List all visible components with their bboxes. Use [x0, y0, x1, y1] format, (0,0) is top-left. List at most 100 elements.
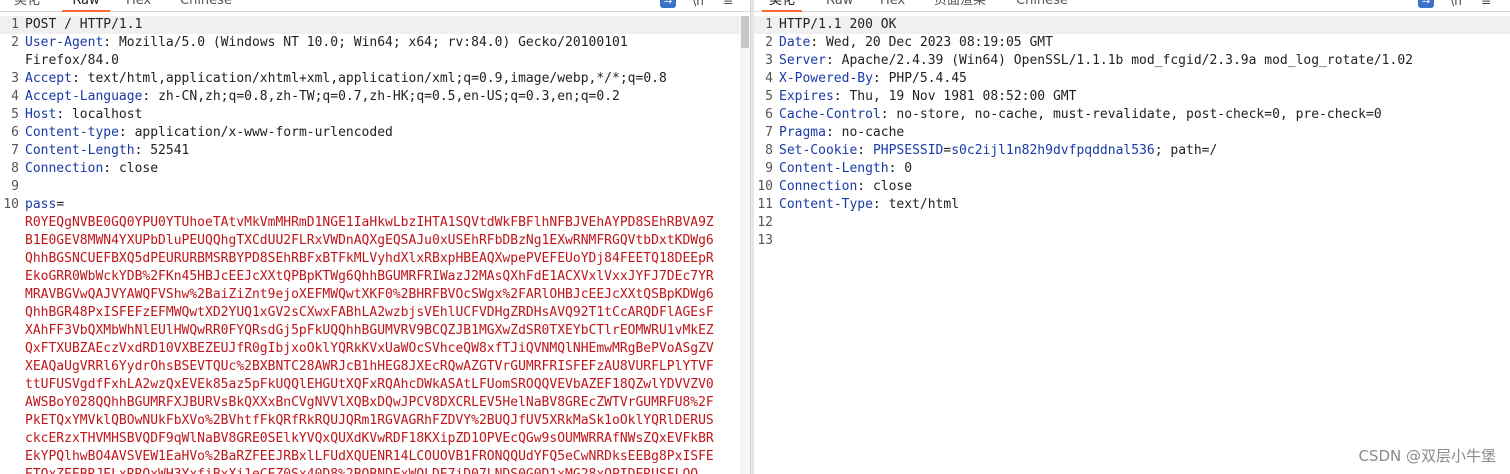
line-text: Set-Cookie: PHPSESSID=s0c2ijl1n82h9dvfpq… — [779, 142, 1217, 160]
request-pane: 美化 Raw Hex Chinese ⇆ \n ≡ 1 POST / HTTP/1… — [0, 0, 750, 474]
header-value: zh-CN,zh;q=0.8,zh-TW;q=0.7,zh-HK;q=0.5,e… — [158, 89, 620, 104]
body-value: ckcERzxTHVMHSBVQDF9qWlNaBV8GRE0SElkYVQxQ… — [25, 431, 714, 446]
line-text: XAhFF3VbQXMbWhNlEUlHWQwRR0FYQRsdGj5pFkUQ… — [25, 322, 714, 340]
code-line: R0YEQgNVBE0GQ0YPU0YTUhoeTAtvMkVmMHRmD1NG… — [0, 214, 750, 232]
line-text: ckcERzxTHVMHSBVQDF9qWlNaBV8GRE0SElkYVQxQ… — [25, 430, 714, 448]
code-line: Firefox/84.0 — [0, 52, 750, 70]
code-line: 11 Content-Type: text/html — [754, 196, 1510, 214]
line-number: 2 — [11, 35, 19, 50]
line-number: 4 — [11, 89, 19, 104]
header-value: text/html — [888, 197, 960, 212]
tab-hex[interactable]: Hex — [880, 0, 905, 10]
request-editor[interactable]: 1 POST / HTTP/1.1 2 User-Agent: Mozilla/5.0… — [0, 16, 750, 474]
line-number: 3 — [11, 71, 19, 86]
body-value: EkoGRR0WbWckYDB%2FKn45HBJcEEJcXXtQPBpKTW… — [25, 269, 714, 284]
tab-chinese[interactable]: Chinese — [1016, 0, 1068, 10]
line-number: 5 — [765, 89, 773, 104]
tab-pretty[interactable]: 美化 — [762, 0, 802, 12]
line-text: R0YEQgNVBE0GQ0YPU0YTUhoeTAtvMkVmMHRmD1NG… — [25, 214, 714, 232]
header-name: Accept-Language — [25, 89, 143, 104]
header-separator: : — [71, 71, 88, 86]
tab-raw[interactable]: Raw — [62, 0, 110, 12]
header-separator: : — [833, 89, 850, 104]
body-value: R0YEQgNVBE0GQ0YPU0YTUhoeTAtvMkVmMHRmD1NG… — [25, 215, 714, 230]
header-value: application/x-www-form-urlencoded — [134, 125, 393, 140]
line-text: User-Agent: Mozilla/5.0 (Windows NT 10.0… — [25, 34, 628, 52]
line-text: Accept: text/html,application/xhtml+xml,… — [25, 70, 667, 88]
header-name: X-Powered-By — [779, 71, 873, 86]
menu-icon[interactable]: ≡ — [1478, 0, 1494, 8]
line-text: Accept-Language: zh-CN,zh;q=0.8,zh-TW;q=… — [25, 88, 620, 106]
line-number: 9 — [765, 161, 773, 176]
line-text: Cache-Control: no-store, no-cache, must-… — [779, 106, 1382, 124]
line-number: 4 — [765, 71, 773, 86]
header-value: POST / HTTP/1.1 — [25, 17, 143, 32]
header-name: Content-Length — [779, 161, 889, 176]
newline-icon[interactable]: \n — [690, 0, 706, 8]
menu-icon[interactable]: ≡ — [720, 0, 736, 8]
header-name: Set-Cookie — [779, 143, 858, 158]
code-line: XEAQaUgVRRl6YydrOhsBSEVTQUc%2BXBNTC28AWR… — [0, 358, 750, 376]
code-line: 4 Accept-Language: zh-CN,zh;q=0.8,zh-TW;q… — [0, 88, 750, 106]
code-line: ttUFUSVgdfFxhLA2wzQxEVEk85az5pFkUQQlEHGU… — [0, 376, 750, 394]
code-line: QxFTXUBZAEczVxdRD10VXBEZEUJfR0gIbjxoOklY… — [0, 340, 750, 358]
request-scrollbar-thumb[interactable] — [741, 16, 749, 48]
line-number: 1 — [765, 17, 773, 32]
code-line: 9 Content-Length: 0 — [754, 160, 1510, 178]
body-value: QhhBGSNCUEFBXQ5dPEURURBMSRBYPD8SEhRBFxBT… — [25, 251, 714, 266]
line-number: 11 — [757, 197, 773, 212]
header-separator: : — [103, 35, 119, 50]
code-line: 9 — [0, 178, 750, 196]
request-scrollbar[interactable] — [740, 16, 750, 474]
line-number: 8 — [765, 143, 773, 158]
tab-pretty[interactable]: 美化 — [14, 0, 40, 10]
body-value: ttUFUSVgdfFxhLA2wzQxEVEk85az5pFkUQQlEHGU… — [25, 377, 714, 392]
line-number: 6 — [765, 107, 773, 122]
wrap-icon[interactable]: ⇆ — [660, 0, 676, 8]
code-line: ETQxZEEBRJELxRRQxWH3YxfiBxXi1eCEZ0Sx40D8… — [0, 466, 750, 474]
header-value: Wed, 20 Dec 2023 08:19:05 GMT — [825, 35, 1053, 50]
newline-icon[interactable]: \n — [1448, 0, 1464, 8]
response-editor[interactable]: 1 HTTP/1.1 200 OK 2 Date: Wed, 20 Dec 2023 … — [754, 16, 1510, 474]
header-separator: : — [825, 125, 842, 140]
line-text: PkETQxYMVklQBOwNUkFbXVo%2BVhtfFkQRfRkRQU… — [25, 412, 714, 430]
tab-hex[interactable]: Hex — [126, 0, 151, 10]
body-value: QxFTXUBZAEczVxdRD10VXBEZEUJfR0gIbjxoOklY… — [25, 341, 714, 356]
line-text: Connection: close — [779, 178, 912, 196]
line-number: 10 — [3, 197, 19, 212]
tab-render[interactable]: 页面渲染 — [934, 0, 986, 10]
code-line: 8 Connection: close — [0, 160, 750, 178]
header-value: Apache/2.4.39 (Win64) OpenSSL/1.1.1b mod… — [841, 53, 1413, 68]
tab-raw[interactable]: Raw — [826, 0, 853, 10]
code-line: 5 Host: localhost — [0, 106, 750, 124]
code-line: 2 User-Agent: Mozilla/5.0 (Windows NT 10.… — [0, 34, 750, 52]
line-text: Content-type: application/x-www-form-url… — [25, 124, 393, 142]
line-number: 9 — [11, 179, 19, 194]
line-number: 2 — [765, 35, 773, 50]
watermark: CSDN @双层小牛堡 — [1358, 447, 1496, 465]
wrap-icon[interactable]: ⇆ — [1418, 0, 1434, 8]
tab-chinese[interactable]: Chinese — [180, 0, 232, 10]
line-text: B1E0GEV8MWN4YXUPbDluPEUQQhgTXCdUU2FLRxVW… — [25, 232, 714, 250]
header-value: no-store, no-cache, must-revalidate, pos… — [896, 107, 1382, 122]
line-number: 3 — [765, 53, 773, 68]
header-separator: : — [134, 143, 151, 158]
line-text: QhhBGSNCUEFBXQ5dPEURURBMSRBYPD8SEhRBFxBT… — [25, 250, 714, 268]
header-value: Firefox/84.0 — [25, 53, 119, 68]
line-text: QhhBGR48PxISFEFzEFMWQwtXD2YUQ1xGV2sCXwxF… — [25, 304, 714, 322]
code-line: 2 Date: Wed, 20 Dec 2023 08:19:05 GMT — [754, 34, 1510, 52]
line-text: HTTP/1.1 200 OK — [779, 16, 896, 34]
code-line: EkoGRR0WbWckYDB%2FKn45HBJcEEJcXXtQPBpKTW… — [0, 268, 750, 286]
header-separator: : — [857, 179, 873, 194]
header-name: Cache-Control — [779, 107, 881, 122]
body-value: XAhFF3VbQXMbWhNlEUlHWQwRR0FYQRsdGj5pFkUQ… — [25, 323, 714, 338]
line-text: ttUFUSVgdfFxhLA2wzQxEVEk85az5pFkUQQlEHGU… — [25, 376, 714, 394]
line-text: EkoGRR0WbWckYDB%2FKn45HBJcEEJcXXtQPBpKTW… — [25, 268, 714, 286]
header-value: HTTP/1.1 200 OK — [779, 17, 897, 32]
request-tabbar: 美化 Raw Hex Chinese ⇆ \n ≡ — [0, 0, 750, 12]
header-separator: = — [56, 197, 65, 212]
header-name: Date — [779, 35, 811, 50]
code-line: 3 Accept: text/html,application/xhtml+xml… — [0, 70, 750, 88]
body-value: AWSBoY028QQhhBGUMRFXJBURVsBkQXXxBnCVgNVV… — [25, 395, 714, 410]
code-line: QhhBGR48PxISFEFzEFMWQwtXD2YUQ1xGV2sCXwxF… — [0, 304, 750, 322]
